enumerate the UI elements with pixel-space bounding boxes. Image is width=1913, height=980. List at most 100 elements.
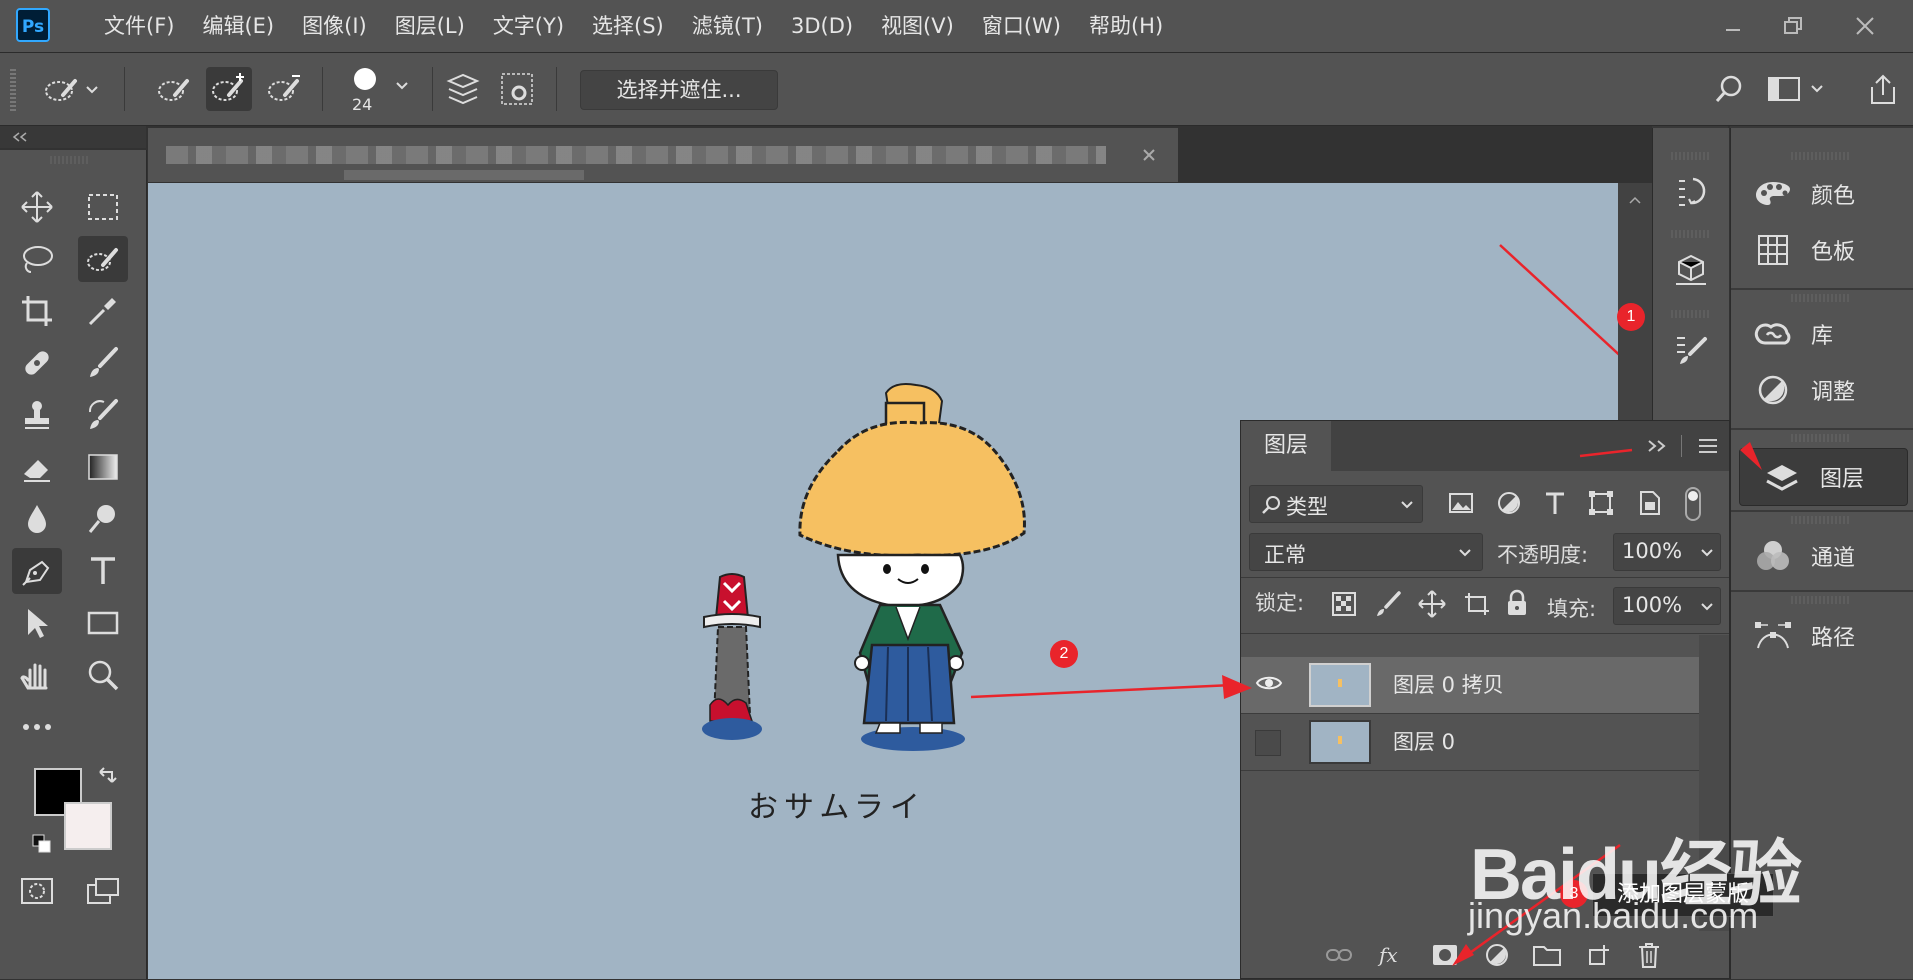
type-tool[interactable] <box>78 548 128 594</box>
opacity-field[interactable]: 100% <box>1613 533 1721 571</box>
layer-name[interactable]: 图层 0 <box>1393 714 1455 770</box>
swap-colors-button[interactable] <box>96 766 118 788</box>
gradient-tool[interactable] <box>78 444 128 490</box>
healing-brush-tool[interactable] <box>12 340 62 386</box>
filter-type-button[interactable] <box>1541 489 1569 517</box>
layers-panel-button[interactable]: 图层 <box>1739 448 1908 506</box>
link-layers-button[interactable] <box>1317 935 1361 975</box>
quick-mask-button[interactable] <box>12 868 62 914</box>
filter-pixel-button[interactable] <box>1447 489 1475 517</box>
minimize-button[interactable] <box>1710 8 1756 44</box>
layer-row[interactable]: 图层 0 <box>1241 714 1699 771</box>
filter-shape-button[interactable] <box>1587 489 1615 517</box>
menu-select[interactable]: 选择(S) <box>578 0 678 52</box>
expand-panel-icon[interactable] <box>1647 439 1669 453</box>
tool-preset-picker[interactable] <box>36 67 106 111</box>
menu-3d[interactable]: 3D(D) <box>777 0 867 52</box>
layer-name[interactable]: 图层 0 拷贝 <box>1393 657 1504 713</box>
clone-stamp-tool[interactable] <box>12 392 62 438</box>
menu-file[interactable]: 文件(F) <box>90 0 188 52</box>
add-to-selection-button[interactable] <box>206 67 252 111</box>
new-group-button[interactable] <box>1525 935 1569 975</box>
adjustments-panel-button[interactable]: 调整 <box>1731 362 1913 418</box>
delete-layer-button[interactable] <box>1627 935 1671 975</box>
filter-toggle[interactable] <box>1685 487 1701 521</box>
sample-all-layers-button[interactable] <box>440 67 486 111</box>
libraries-panel-button[interactable]: 库 <box>1731 306 1913 362</box>
lock-artboard-button[interactable] <box>1463 591 1491 617</box>
select-and-mask-button[interactable]: 选择并遮住... <box>580 70 778 110</box>
add-layer-mask-button[interactable] <box>1423 935 1467 975</box>
menu-window[interactable]: 窗口(W) <box>968 0 1075 52</box>
workspace-switcher[interactable] <box>1764 67 1834 111</box>
background-color-swatch[interactable] <box>64 802 112 850</box>
panel-menu-icon[interactable] <box>1697 437 1719 455</box>
marquee-tool[interactable] <box>78 184 128 230</box>
menu-help[interactable]: 帮助(H) <box>1075 0 1177 52</box>
document-tab[interactable] <box>148 128 1178 182</box>
move-tool[interactable] <box>12 184 62 230</box>
layer-row[interactable]: 图层 0 拷贝 <box>1241 657 1699 714</box>
menu-edit[interactable]: 编辑(E) <box>188 0 288 52</box>
lasso-tool[interactable] <box>12 236 62 282</box>
dodge-icon <box>88 505 115 533</box>
artboard-icon <box>1465 593 1489 615</box>
blend-mode-dropdown[interactable]: 正常 <box>1249 533 1483 571</box>
lock-all-button[interactable] <box>1505 589 1529 617</box>
scroll-up-icon[interactable] <box>1628 195 1642 205</box>
panel-grip <box>1791 152 1851 160</box>
more-tools-button[interactable] <box>12 704 62 750</box>
restore-button[interactable] <box>1770 8 1816 44</box>
zoom-tool[interactable] <box>78 652 128 698</box>
close-button[interactable] <box>1842 8 1888 44</box>
search-button[interactable] <box>1706 67 1752 111</box>
enhance-edge-button[interactable] <box>494 67 540 111</box>
share-button[interactable] <box>1860 67 1906 111</box>
brush-settings-panel-button[interactable] <box>1667 328 1715 372</box>
color-panel-button[interactable]: 颜色 <box>1731 166 1913 222</box>
subtract-from-selection-button[interactable] <box>262 67 308 111</box>
pen-tool[interactable] <box>12 548 62 594</box>
new-adjustment-layer-button[interactable] <box>1475 935 1519 975</box>
quick-selection-tool[interactable] <box>78 236 128 282</box>
menu-view[interactable]: 视图(V) <box>867 0 968 52</box>
close-document-icon[interactable] <box>1142 148 1156 162</box>
screen-mode-button[interactable] <box>78 868 128 914</box>
default-colors-button[interactable] <box>32 834 52 854</box>
3d-panel-button[interactable] <box>1667 248 1715 292</box>
brush-tool[interactable] <box>78 340 128 386</box>
menu-filter[interactable]: 滤镜(T) <box>678 0 777 52</box>
new-selection-button[interactable] <box>152 67 198 111</box>
swatches-panel-button[interactable]: 色板 <box>1731 222 1913 278</box>
new-layer-button[interactable] <box>1577 935 1621 975</box>
menu-layer[interactable]: 图层(L) <box>381 0 479 52</box>
rectangle-tool[interactable] <box>78 600 128 646</box>
menu-type[interactable]: 文字(Y) <box>479 0 578 52</box>
menu-bar: Ps 文件(F) 编辑(E) 图像(I) 图层(L) 文字(Y) 选择(S) 滤… <box>0 0 1913 53</box>
visibility-toggle[interactable] <box>1255 730 1281 756</box>
channels-panel-button[interactable]: 通道 <box>1731 528 1913 584</box>
lock-transparent-button[interactable] <box>1331 591 1357 617</box>
history-brush-tool[interactable] <box>78 392 128 438</box>
lock-position-button[interactable] <box>1417 589 1447 619</box>
eyedropper-tool[interactable] <box>78 288 128 334</box>
crop-tool[interactable] <box>12 288 62 334</box>
layers-tab[interactable]: 图层 <box>1241 421 1331 471</box>
fill-field[interactable]: 100% <box>1613 587 1721 625</box>
history-panel-button[interactable] <box>1667 170 1715 214</box>
layer-filter-dropdown[interactable]: 类型 <box>1249 485 1423 523</box>
eye-icon[interactable] <box>1255 673 1283 693</box>
lock-image-button[interactable] <box>1375 591 1401 617</box>
blur-tool[interactable] <box>12 496 62 542</box>
eraser-tool[interactable] <box>12 444 62 490</box>
path-selection-tool[interactable] <box>12 600 62 646</box>
toolbar-collapse-bar[interactable] <box>0 126 146 148</box>
paths-panel-button[interactable]: 路径 <box>1731 608 1913 664</box>
filter-adjustment-button[interactable] <box>1495 489 1523 517</box>
layer-style-button[interactable]: fx <box>1369 935 1413 975</box>
filter-smart-object-button[interactable] <box>1635 489 1663 517</box>
menu-image[interactable]: 图像(I) <box>288 0 381 52</box>
dodge-tool[interactable] <box>78 496 128 542</box>
panel-grip <box>1791 294 1851 302</box>
hand-tool[interactable] <box>12 652 62 698</box>
